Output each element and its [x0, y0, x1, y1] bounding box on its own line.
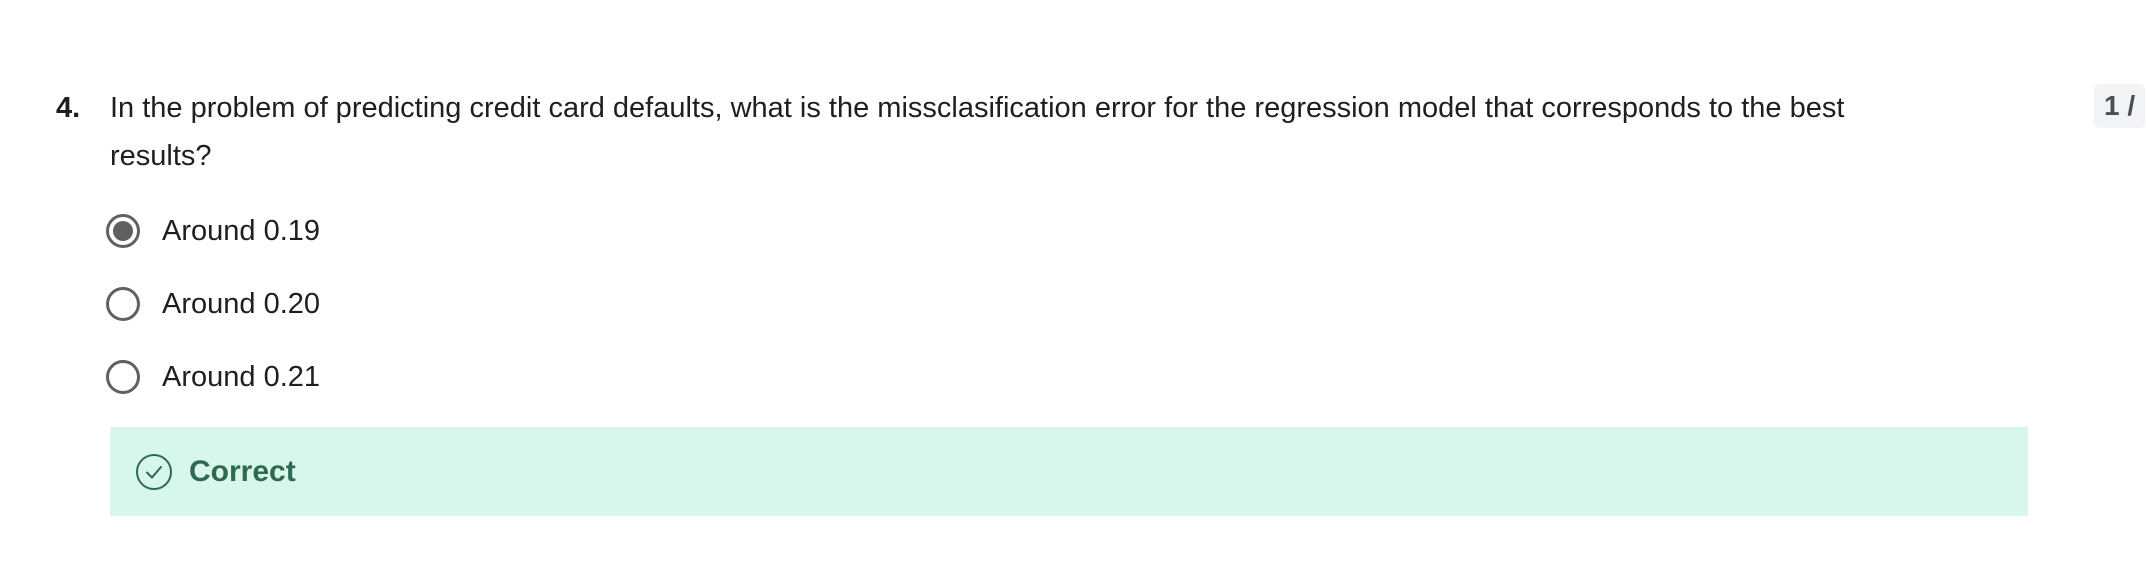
radio-selected-dot — [113, 221, 133, 241]
question-text: In the problem of predicting credit card… — [110, 92, 1845, 172]
feedback-banner: Correct — [110, 427, 2028, 516]
question-number: 4. — [56, 92, 81, 124]
option-label: Around 0.20 — [162, 288, 321, 320]
feedback-label: Correct — [189, 454, 296, 488]
radio-button[interactable] — [106, 360, 140, 394]
option-label: Around 0.19 — [162, 215, 321, 247]
radio-button-selected[interactable] — [106, 214, 140, 248]
option-around-0-21[interactable]: Around 0.21 — [106, 356, 320, 398]
option-around-0-20[interactable]: Around 0.20 — [106, 283, 320, 325]
option-around-0-19[interactable]: Around 0.19 — [106, 210, 320, 252]
quiz-page: 4. In the problem of predicting credit c… — [0, 0, 2146, 562]
score-badge: 1 / — [2094, 84, 2146, 128]
option-label: Around 0.21 — [162, 361, 321, 393]
radio-button[interactable] — [106, 287, 140, 321]
check-circle-icon — [136, 453, 172, 490]
answer-options: Around 0.19 Around 0.20 Around 0.21 — [106, 210, 320, 429]
